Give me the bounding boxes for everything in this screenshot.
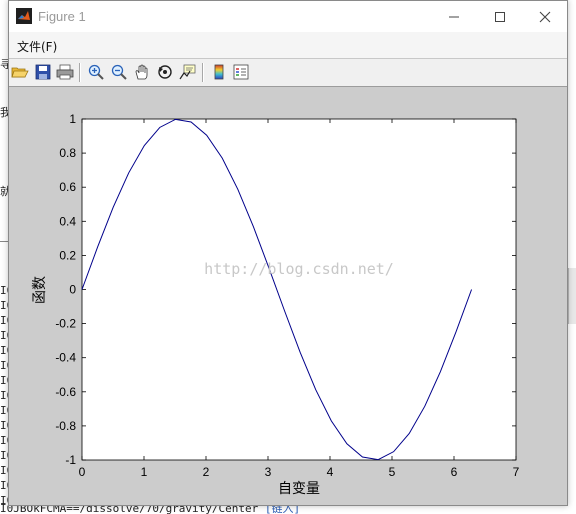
y-tick-label: -0.6 <box>55 385 76 399</box>
axes-background <box>81 118 517 461</box>
title-bar[interactable]: Figure 1 <box>9 1 567 32</box>
y-tick-label: 0.6 <box>59 180 76 194</box>
figure-window: Figure 1 文件(F) -1 -0.8 -0.6 -0.4 -0.2 0 … <box>8 0 568 506</box>
x-tick-label: 2 <box>203 465 210 479</box>
window-title: Figure 1 <box>38 9 86 24</box>
y-tick-label: -0.4 <box>55 351 76 365</box>
x-axis-label: 自变量 <box>278 480 320 496</box>
y-tick-label: -0.2 <box>55 317 76 331</box>
rotate-3d-icon <box>158 65 172 79</box>
legend-icon <box>233 64 249 80</box>
x-tick-label: 0 <box>79 465 86 479</box>
figure-canvas[interactable]: -1 -0.8 -0.6 -0.4 -0.2 0 0.2 0.4 0.6 0.8 1 0 1 2 3 4 5 6… <box>9 87 567 505</box>
pan-hand-icon <box>135 64 148 80</box>
maximize-icon <box>495 11 505 22</box>
data-cursor-icon <box>179 64 196 80</box>
x-tick-label: 3 <box>265 465 272 479</box>
watermark: http://blog.csdn.net/ <box>204 260 394 278</box>
y-tick-label: -1 <box>65 453 76 467</box>
open-button[interactable] <box>10 62 30 82</box>
minimize-button[interactable] <box>431 1 477 32</box>
zoom-in-icon <box>88 64 104 80</box>
x-tick-label: 7 <box>513 465 520 479</box>
zoom-out-button[interactable] <box>109 62 129 82</box>
toolbar-separator <box>202 63 204 82</box>
maximize-button[interactable] <box>477 1 523 32</box>
pan-button[interactable] <box>132 62 152 82</box>
x-tick-label: 4 <box>327 465 334 479</box>
colorbar-icon <box>214 64 224 80</box>
legend-button[interactable] <box>231 62 251 82</box>
x-tick-label: 1 <box>141 465 148 479</box>
line-chart[interactable]: -1 -0.8 -0.6 -0.4 -0.2 0 0.2 0.4 0.6 0.8 1 0 1 2 3 4 5 6… <box>9 87 567 505</box>
y-axis-label: 函数 <box>31 276 47 304</box>
open-folder-icon <box>11 67 29 78</box>
colorbar-button[interactable] <box>209 62 229 82</box>
data-cursor-button[interactable] <box>178 62 198 82</box>
bg-scrollbar <box>568 268 576 324</box>
y-tick-label: 0.4 <box>59 214 76 228</box>
zoom-out-icon <box>111 64 127 80</box>
print-icon <box>56 64 74 80</box>
save-icon <box>35 64 51 80</box>
x-tick-label: 5 <box>389 465 396 479</box>
y-tick-label: 0.8 <box>59 146 76 160</box>
minimize-icon <box>449 16 459 17</box>
menu-bar: 文件(F) <box>9 32 567 59</box>
x-tick-label: 6 <box>451 465 458 479</box>
print-button[interactable] <box>55 62 75 82</box>
matlab-logo-icon <box>16 8 32 24</box>
save-button[interactable] <box>33 62 53 82</box>
y-tick-label: 1 <box>69 112 76 126</box>
figure-toolbar <box>9 59 567 87</box>
y-tick-label: -0.8 <box>55 419 76 433</box>
toolbar-separator <box>79 63 81 82</box>
close-button[interactable] <box>522 1 568 32</box>
y-tick-label: 0 <box>69 283 76 297</box>
rotate-button[interactable] <box>155 62 175 82</box>
close-icon <box>539 11 551 22</box>
menu-file[interactable]: 文件(F) <box>17 38 57 55</box>
zoom-in-button[interactable] <box>86 62 106 82</box>
y-tick-label: 0.2 <box>59 248 76 262</box>
